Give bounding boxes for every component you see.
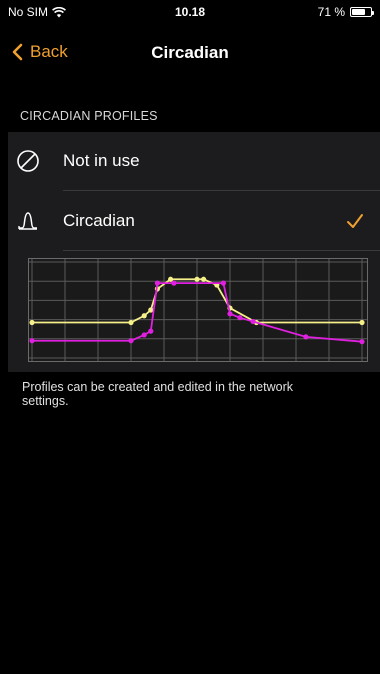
profile-row-not-in-use[interactable]: Not in use [8,132,380,190]
page-title: Circadian [151,43,229,62]
series-1-point [237,315,243,321]
row-separator [63,190,380,191]
series-1-point [359,339,365,345]
profile-label: Not in use [63,151,140,170]
series-0-point [194,276,200,282]
series-1-point [227,311,233,317]
series-0-point [141,313,147,319]
circadian-profile-chart [28,258,368,362]
status-bar: No SIM 10.18 71 % [0,0,380,22]
battery-percent: 71 % [317,5,345,19]
not-in-use-icon [17,150,39,172]
series-0-point [359,319,365,326]
section-header: CIRCADIAN PROFILES [20,109,158,123]
circadian-curve-icon [18,212,37,230]
footer-note: Profiles can be created and edited in th… [22,380,294,408]
chart-svg [29,259,367,361]
row-separator [63,250,380,251]
series-1-point [141,332,147,338]
battery-fill [352,9,365,15]
series-1-point [220,280,226,286]
series-1-point [148,328,154,334]
profile-label: Circadian [63,211,135,230]
series-1-point [171,280,177,286]
series-0-point [128,319,134,326]
series-1-point [29,338,35,344]
profile-list: Not in use Circadian [8,132,380,372]
series-1-point [250,318,256,325]
profile-row-circadian[interactable]: Circadian [8,192,380,250]
checkmark-icon [347,214,363,228]
battery-icon [350,7,374,17]
navigation-bar: Back Circadian [0,30,380,74]
series-1-point [154,280,160,286]
series-0-point [201,276,207,282]
series-0-point [29,319,35,326]
series-1-point [303,334,309,340]
series-1-point [128,338,134,344]
